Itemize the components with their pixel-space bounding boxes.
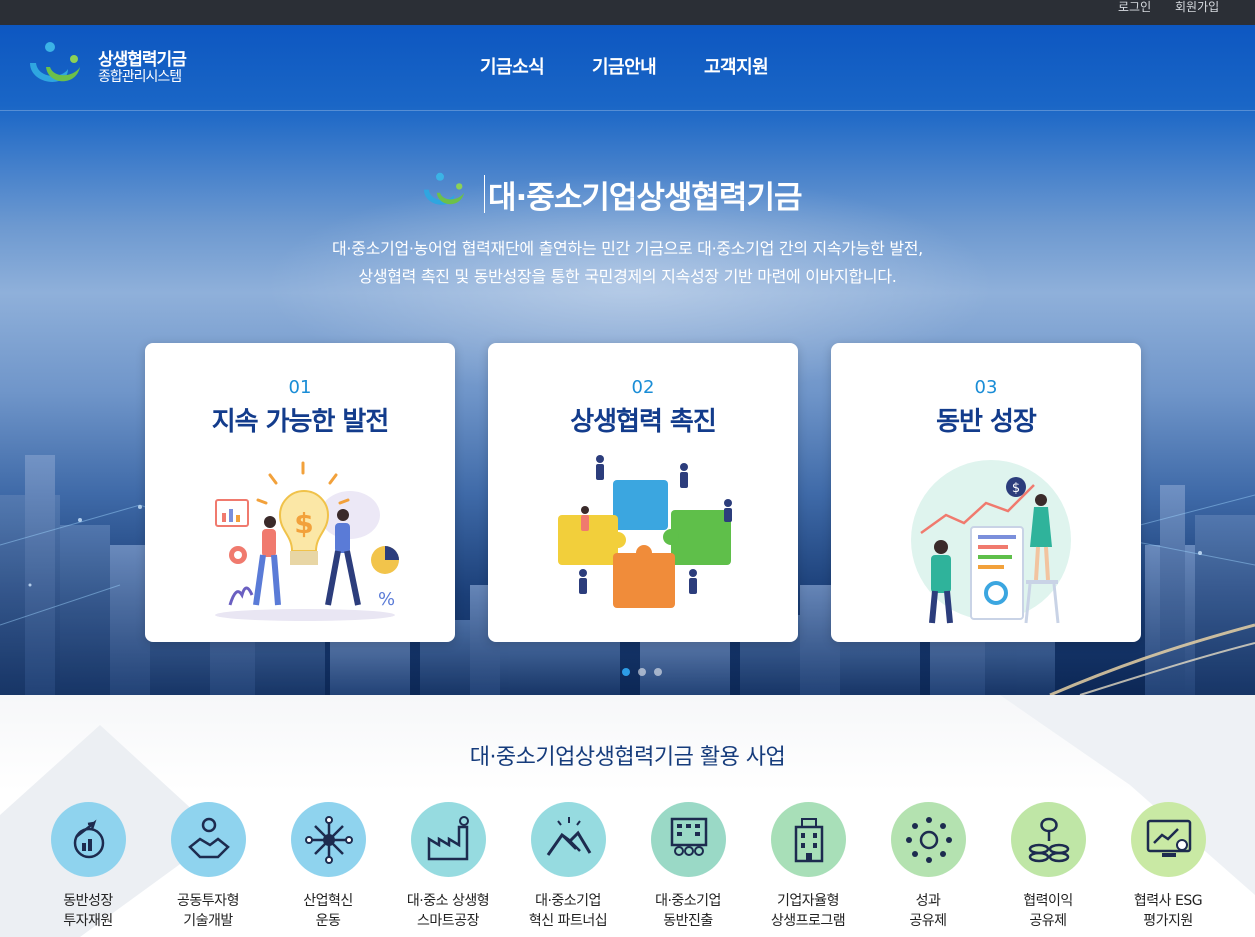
business-item[interactable]: 대·중소기업동반진출	[628, 802, 748, 937]
business-item[interactable]: 기업자율형상생프로그램	[748, 802, 868, 937]
top-utility-bar: 로그인 회원가입	[0, 0, 1255, 25]
business-item-label-line-1: 협력사 ESG	[1133, 893, 1203, 909]
business-item[interactable]: 협력사 ESG 평가지원	[1108, 802, 1228, 937]
sharing-network-icon	[906, 817, 952, 863]
business-item-icon-circle	[891, 802, 966, 877]
svg-text:%: %	[378, 589, 395, 610]
card-number: 03	[974, 377, 998, 398]
carousel-dot-1[interactable]	[622, 668, 630, 676]
business-item-icon-circle	[651, 802, 726, 877]
card-title: 동반 성장	[936, 407, 1037, 437]
hero-description-line-1: 대·중소기업·농어업 협력재단에 출연하는 민간 기금으로 대·중소기업 간의 …	[332, 239, 923, 258]
business-item-icon-circle	[531, 802, 606, 877]
partnership-hands-icon	[546, 817, 592, 856]
business-item-label: 산업혁신운동	[268, 891, 388, 931]
business-item-icon-circle	[1131, 802, 1206, 877]
business-item-icon-circle	[1011, 802, 1086, 877]
business-item-label: 협력이익공유제	[988, 891, 1108, 931]
value-card-shared-growth[interactable]: 03 동반 성장 $	[831, 343, 1141, 642]
business-item[interactable]: 대·중소기업혁신 파트너십	[508, 802, 628, 937]
carousel-pagination	[622, 668, 672, 678]
lightbulb-people-illustration: $ %	[215, 461, 399, 621]
business-item-label-line-1: 대·중소기업	[535, 893, 601, 909]
value-card-sustainable[interactable]: 01 지속 가능한 발전 $ %	[145, 343, 455, 642]
business-item-label-line-1: 동반성장	[63, 893, 113, 909]
title-divider	[484, 175, 485, 213]
carousel-dot-2[interactable]	[638, 668, 646, 676]
network-nodes-icon	[305, 816, 353, 864]
business-item-label-line-2: 운동	[315, 913, 341, 929]
business-item-label-line-1: 성과	[915, 893, 941, 909]
business-item-icon-circle	[171, 802, 246, 877]
svg-text:$: $	[294, 507, 313, 540]
business-item-label: 협력사 ESG 평가지원	[1108, 891, 1228, 931]
business-item-label-line-2: 기술개발	[183, 913, 233, 929]
business-item-label-line-2: 동반진출	[663, 913, 713, 929]
business-item[interactable]: 동반성장투자재원	[28, 802, 148, 937]
card-title: 상생협력 촉진	[570, 407, 717, 437]
business-item-label-line-1: 공동투자형	[177, 893, 239, 909]
business-item-label-line-1: 협력이익	[1023, 893, 1073, 909]
business-item-label: 성과공유제	[868, 891, 988, 931]
business-item[interactable]: 공동투자형기술개발	[148, 802, 268, 937]
smart-factory-icon	[427, 816, 469, 861]
business-item-label: 공동투자형기술개발	[148, 891, 268, 931]
card-title: 지속 가능한 발전	[211, 407, 390, 437]
growth-presentation-illustration: $	[911, 460, 1071, 624]
business-item-label-line-1: 기업자율형	[777, 893, 839, 909]
brand-subtitle: 종합관리시스템	[98, 69, 182, 85]
login-link[interactable]: 로그인	[1118, 0, 1151, 25]
business-item-icon-circle	[771, 802, 846, 877]
business-section: 대·중소기업상생협력기금 활용 사업 동반성장 투자재원 공동투자형 기술개발 산업혁신…	[0, 695, 1255, 937]
business-item[interactable]: 협력이익공유제	[988, 802, 1108, 937]
svg-text:$: $	[1012, 481, 1020, 496]
business-item-label-line-2: 투자재원	[63, 913, 113, 929]
nav-fund-guide[interactable]: 기금안내	[592, 53, 657, 79]
business-item-icon-circle	[291, 802, 366, 877]
brand-logo-mark-icon	[30, 42, 80, 82]
business-item[interactable]: 성과공유제	[868, 802, 988, 937]
site-header: 상생협력기금 종합관리시스템 기금소식 기금안내 고객지원	[0, 25, 1255, 111]
business-item[interactable]: 대·중소 상생형스마트공장	[388, 802, 508, 937]
business-item-label: 대·중소 상생형스마트공장	[388, 891, 508, 931]
hero-section: 상생협력기금 종합관리시스템 기금소식 기금안내 고객지원 대·중소기업상생협력…	[0, 25, 1255, 695]
business-item-label-line-2: 혁신 파트너십	[528, 913, 608, 929]
nav-fund-news[interactable]: 기금소식	[480, 53, 545, 79]
corporate-building-icon	[794, 818, 824, 863]
fund-logo-mark-icon	[424, 172, 464, 205]
business-item-label-line-2: 상생프로그램	[770, 913, 846, 929]
handshake-idea-icon	[188, 817, 230, 859]
brand-logo[interactable]: 상생협력기금 종합관리시스템	[28, 41, 198, 91]
carousel-dot-3[interactable]	[654, 668, 662, 676]
business-item-icon-circle	[411, 802, 486, 877]
business-item-label: 기업자율형상생프로그램	[748, 891, 868, 931]
growth-chart-icon	[73, 819, 105, 859]
business-item-icon-circle	[51, 802, 126, 877]
business-item-label-line-1: 산업혁신	[303, 893, 353, 909]
business-item-label: 대·중소기업동반진출	[628, 891, 748, 931]
card-number: 01	[288, 377, 312, 398]
business-item-label: 대·중소기업혁신 파트너십	[508, 891, 628, 931]
business-item[interactable]: 산업혁신운동	[268, 802, 388, 937]
business-item-label-line-1: 대·중소기업	[655, 893, 721, 909]
business-item-label-line-2: 공유제	[1029, 913, 1067, 929]
hero-title: 대·중소기업상생협력기금	[488, 180, 802, 216]
esg-monitor-icon	[1146, 819, 1192, 857]
business-item-label-line-1: 대·중소 상생형	[406, 893, 490, 909]
team-building-icon	[670, 817, 708, 856]
puzzle-teamwork-illustration	[558, 455, 732, 608]
business-section-title: 대·중소기업상생협력기금 활용 사업	[469, 745, 786, 770]
business-item-label-line-2: 공유제	[909, 913, 947, 929]
card-number: 02	[631, 377, 655, 398]
profit-coins-icon	[1028, 817, 1070, 863]
hero-description-line-2: 상생협력 촉진 및 동반성장을 통한 국민경제의 지속성장 기반 마련에 이바지…	[358, 267, 897, 286]
signup-link[interactable]: 회원가입	[1175, 0, 1219, 25]
nav-customer-support[interactable]: 고객지원	[704, 53, 769, 79]
business-item-label-line-2: 스마트공장	[417, 913, 479, 929]
value-card-cooperation[interactable]: 02 상생협력 촉진	[488, 343, 798, 642]
business-item-label-line-2: 평가지원	[1143, 913, 1193, 929]
business-item-label: 동반성장투자재원	[28, 891, 148, 931]
